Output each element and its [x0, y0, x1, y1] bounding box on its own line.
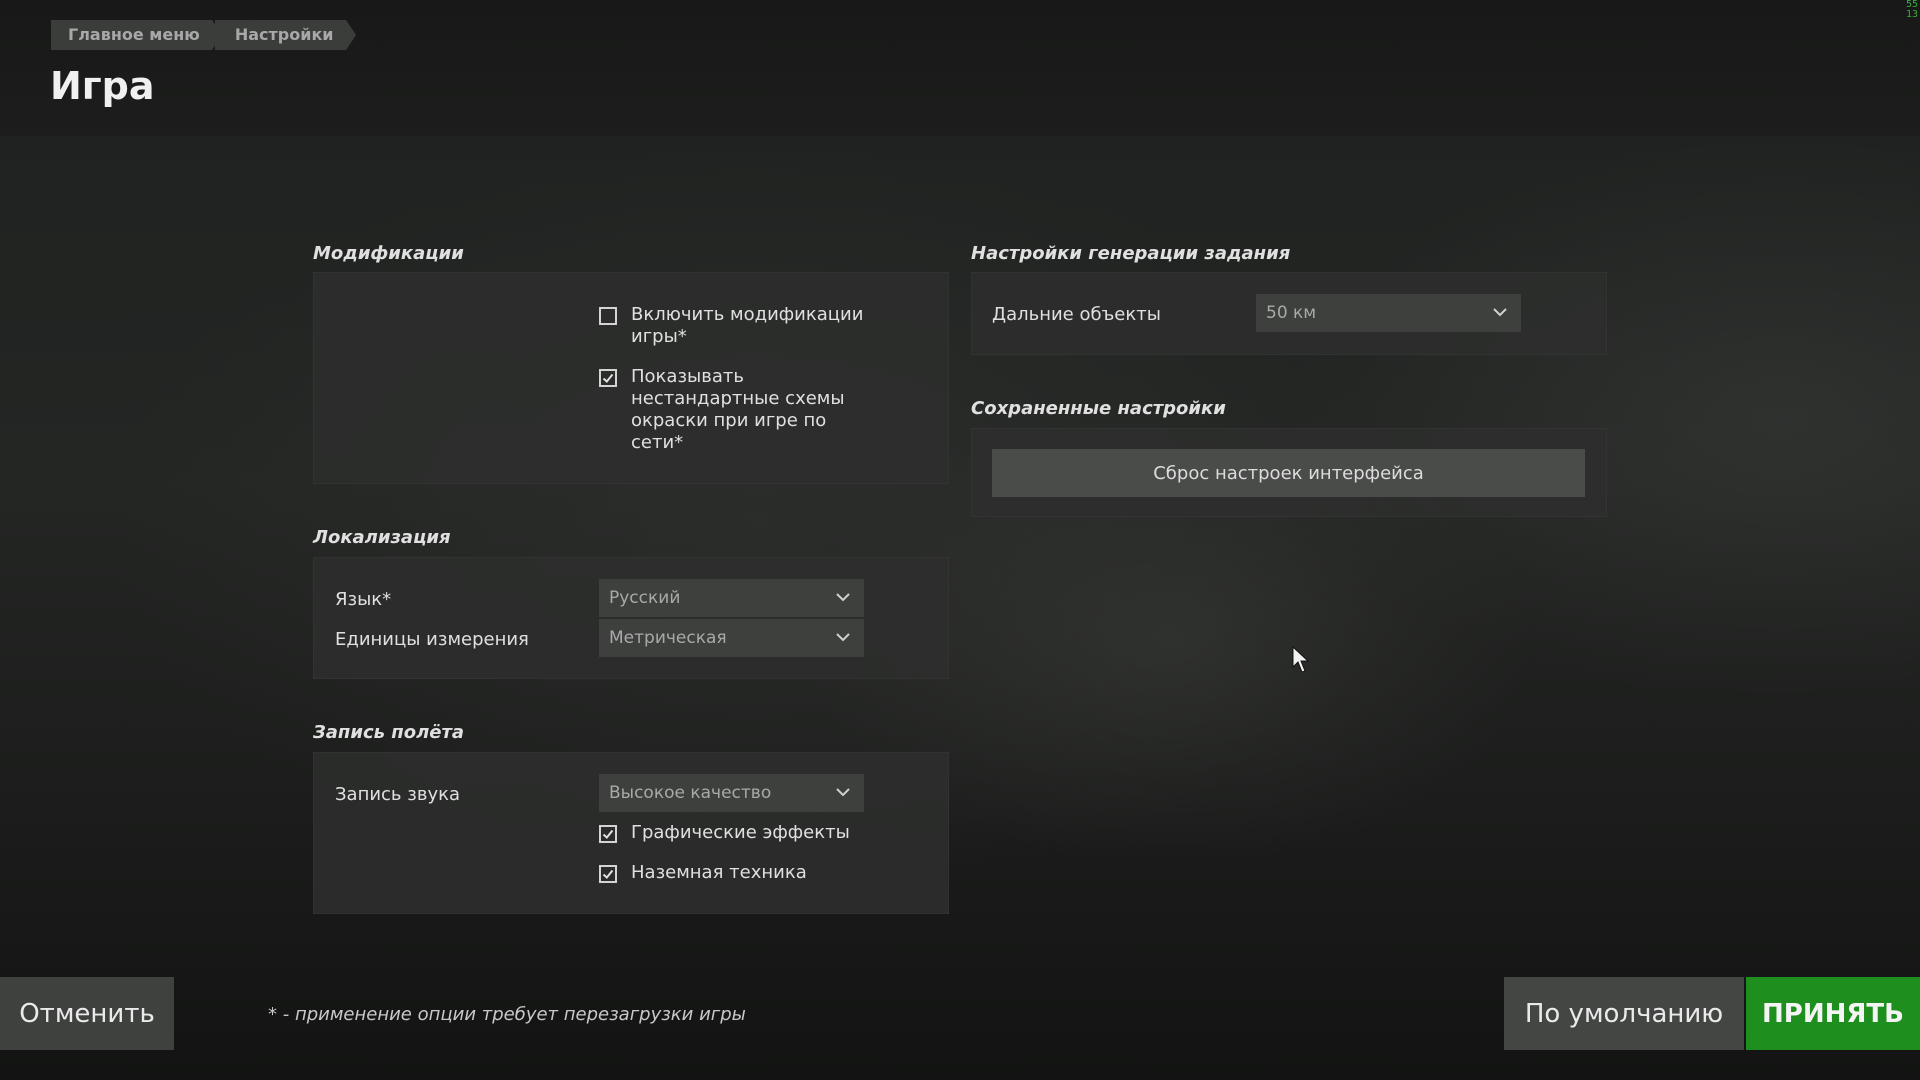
checkmark-icon — [602, 829, 614, 839]
default-button[interactable]: По умолчанию — [1504, 977, 1744, 1050]
reset-interface-button[interactable]: Сброс настроек интерфейса — [992, 449, 1585, 497]
sound-record-select[interactable]: Высокое качество — [599, 774, 864, 812]
restart-footnote: * - применение опции требует перезагрузк… — [268, 1004, 746, 1025]
chevron-down-icon — [836, 593, 850, 602]
chevron-down-icon — [836, 788, 850, 797]
cancel-button[interactable]: Отменить — [0, 977, 174, 1050]
ground-vehicles-checkbox[interactable]: Наземная техника — [599, 862, 807, 884]
sound-record-value: Высокое качество — [609, 783, 772, 803]
enable-mods-box[interactable] — [599, 307, 617, 325]
chevron-down-icon — [836, 633, 850, 642]
checkmark-icon — [602, 869, 614, 879]
mouse-cursor-icon — [1292, 646, 1310, 673]
ground-vehicles-box[interactable] — [599, 865, 617, 883]
language-value: Русский — [609, 588, 681, 608]
breadcrumb: Главное меню Настройки — [51, 20, 356, 50]
language-label: Язык* — [335, 589, 392, 610]
graphics-effects-checkbox[interactable]: Графические эффекты — [599, 822, 850, 844]
mods-panel: Включить модификации игры* Показывать не… — [313, 272, 949, 484]
enable-mods-label: Включить модификации игры* — [631, 304, 864, 347]
flight-record-panel: Запись звука Высокое качество Графически… — [313, 752, 949, 914]
language-select[interactable]: Русский — [599, 579, 864, 617]
far-objects-label: Дальние объекты — [992, 304, 1161, 325]
far-objects-select[interactable]: 50 км — [1256, 294, 1521, 332]
graphics-effects-box[interactable] — [599, 825, 617, 843]
breadcrumb-main-menu[interactable]: Главное меню — [51, 20, 222, 50]
units-select[interactable]: Метрическая — [599, 619, 864, 657]
saved-settings-panel: Сброс настроек интерфейса — [971, 428, 1607, 517]
show-skins-label: Показывать нестандартные схемы окраски п… — [631, 366, 845, 453]
sound-record-label: Запись звука — [335, 784, 460, 805]
far-objects-value: 50 км — [1266, 303, 1317, 323]
mission-gen-panel: Дальние объекты 50 км — [971, 272, 1607, 355]
checkmark-icon — [602, 373, 614, 383]
show-skins-box[interactable] — [599, 369, 617, 387]
graphics-effects-label: Графические эффекты — [631, 822, 850, 843]
ground-vehicles-label: Наземная техника — [631, 862, 807, 883]
top-bar: Главное меню Настройки Игра — [0, 0, 1920, 136]
corner-indicator: 55 13 — [1905, 0, 1918, 20]
enable-mods-checkbox[interactable]: Включить модификации игры* — [599, 304, 899, 348]
mods-section-title: Модификации — [313, 243, 464, 264]
mission-gen-section-title: Настройки генерации задания — [971, 243, 1291, 264]
page-title: Игра — [50, 64, 155, 108]
flight-record-section-title: Запись полёта — [313, 722, 465, 743]
units-value: Метрическая — [609, 628, 727, 648]
saved-settings-section-title: Сохраненные настройки — [971, 398, 1226, 419]
localization-panel: Язык* Русский Единицы измерения Метричес… — [313, 557, 949, 679]
show-skins-checkbox[interactable]: Показывать нестандартные схемы окраски п… — [599, 366, 859, 454]
chevron-down-icon — [1493, 308, 1507, 317]
breadcrumb-settings[interactable]: Настройки — [214, 20, 356, 50]
units-label: Единицы измерения — [335, 629, 529, 650]
localization-section-title: Локализация — [313, 527, 451, 548]
accept-button[interactable]: ПРИНЯТЬ — [1746, 977, 1920, 1050]
